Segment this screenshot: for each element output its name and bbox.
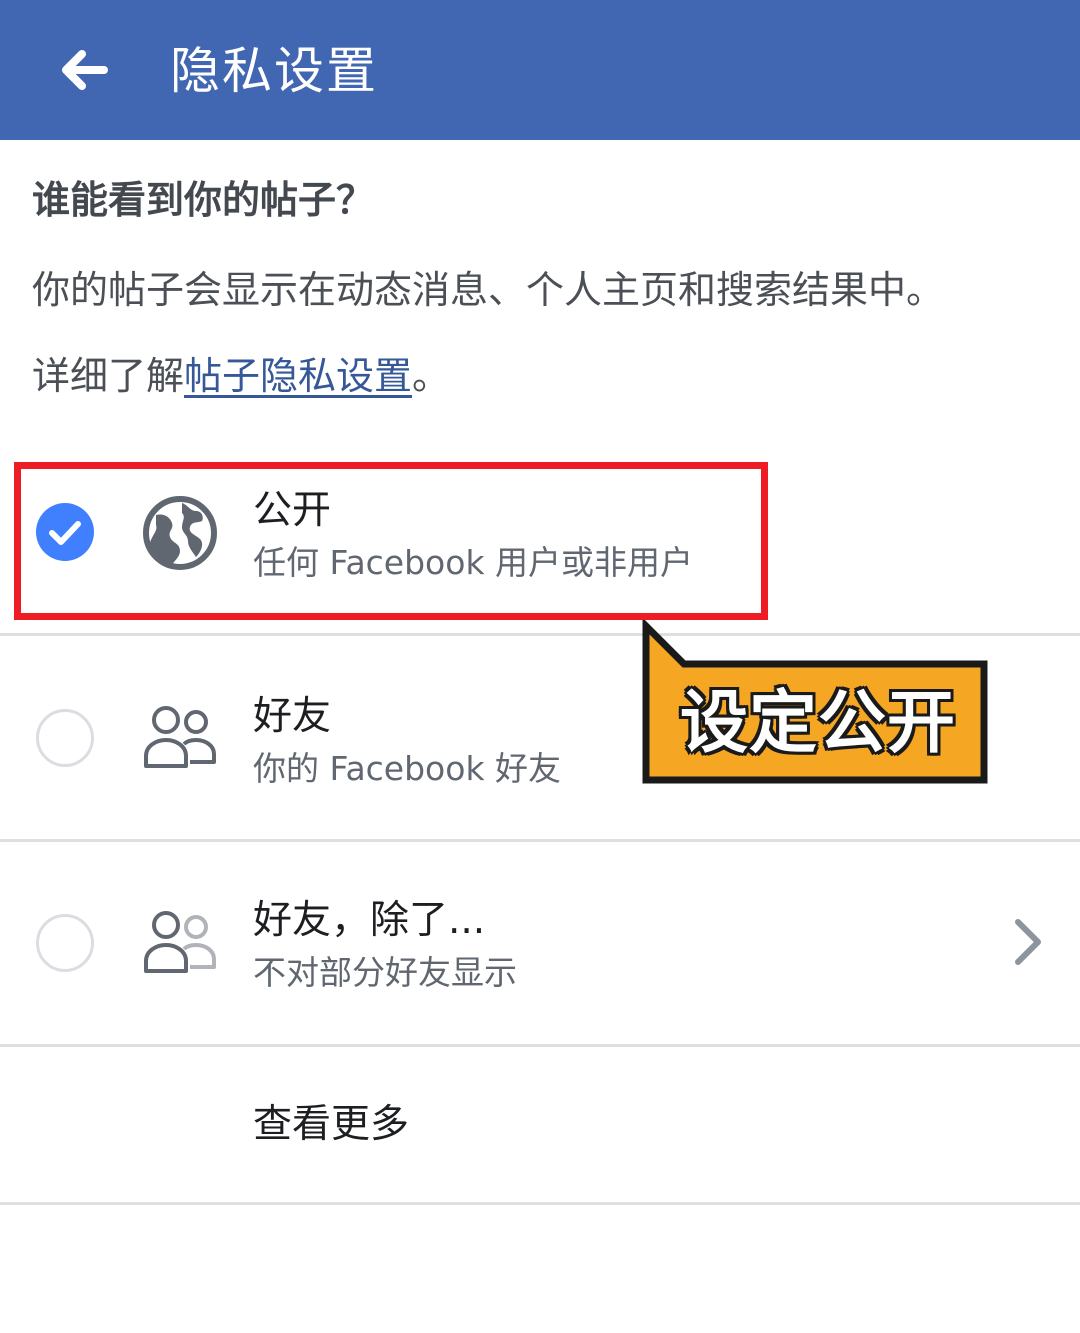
radio-friends[interactable] <box>36 709 94 767</box>
option-friends-except-subtitle: 不对部分好友显示 <box>253 953 517 992</box>
highlight-box <box>14 462 768 620</box>
option-friends-title: 好友 <box>253 694 332 739</box>
section-title: 谁能看到你的帖子？ <box>32 178 375 222</box>
learn-more-line: 详细了解帖子隐私设置。 <box>32 348 450 404</box>
friends-except-icon <box>144 911 216 973</box>
app-header: 隐私设置 <box>0 0 1080 140</box>
callout-label: 设定公开 <box>679 684 956 763</box>
arrow-left-icon[interactable] <box>52 38 116 102</box>
learn-more-prefix: 详细了解 <box>32 354 185 398</box>
option-friends-subtitle: 你的 Facebook 好友 <box>253 749 562 788</box>
divider <box>0 1044 1080 1047</box>
post-privacy-link[interactable]: 帖子隐私设置 <box>184 354 412 398</box>
see-more-button[interactable]: 查看更多 <box>253 1100 409 1150</box>
radio-friends-except[interactable] <box>36 914 94 972</box>
divider <box>0 1202 1080 1205</box>
option-friends-except-title: 好友，除了... <box>253 898 486 943</box>
page-title: 隐私设置 <box>170 42 378 100</box>
section-description: 你的帖子会显示在动态消息、个人主页和搜索结果中。 <box>32 268 945 312</box>
learn-more-suffix: 。 <box>412 354 451 398</box>
friends-icon <box>144 706 216 768</box>
chevron-right-icon[interactable] <box>1008 914 1048 970</box>
